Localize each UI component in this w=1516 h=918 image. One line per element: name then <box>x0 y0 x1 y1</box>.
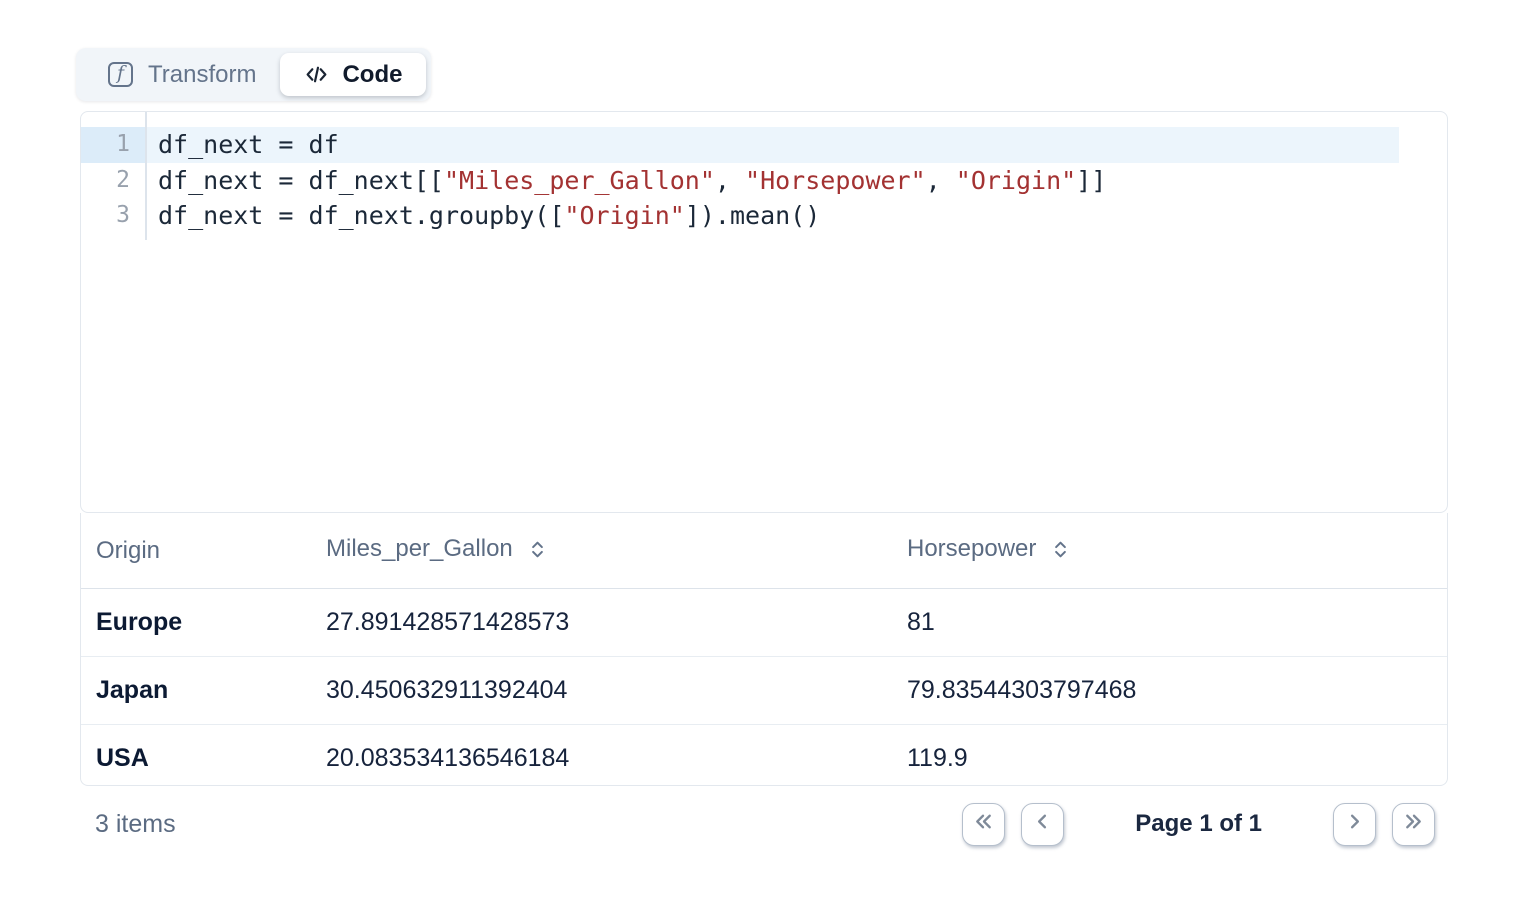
prev-page-button[interactable] <box>1021 803 1064 846</box>
tab-transform[interactable]: f Transform <box>81 61 280 89</box>
code-editor[interactable]: 1 df_next = df 2 df_next = df_next[["Mil… <box>80 111 1448 513</box>
cell-horsepower: 81 <box>892 589 1447 657</box>
code-token: df_next = df_next.groupby([ <box>158 201 564 230</box>
cell-origin: Europe <box>81 589 311 657</box>
line-number: 1 <box>81 127 145 163</box>
table-row: Japan 30.450632911392404 79.835443037974… <box>81 657 1447 725</box>
code-token: ]).mean() <box>685 201 820 230</box>
line-number: 2 <box>81 163 145 199</box>
tab-code[interactable]: Code <box>280 53 426 96</box>
last-page-button[interactable] <box>1392 803 1435 846</box>
cell-origin: Japan <box>81 657 311 725</box>
next-page-button[interactable] <box>1333 803 1376 846</box>
table-footer: 3 items Page 1 of 1 <box>80 800 1448 848</box>
column-label: Miles_per_Gallon <box>326 535 513 562</box>
table-row: Europe 27.891428571428573 81 <box>81 589 1447 657</box>
result-table: Origin Miles_per_Gallon Horsepower Europ… <box>81 513 1447 786</box>
cell-horsepower: 79.83544303797468 <box>892 657 1447 725</box>
chevron-left-icon <box>1031 810 1054 838</box>
string-token: "Origin" <box>956 166 1076 195</box>
pagination: Page 1 of 1 <box>962 803 1435 846</box>
column-header-origin: Origin <box>81 513 311 589</box>
items-count: 3 items <box>95 810 176 839</box>
code-token: ]] <box>1076 166 1106 195</box>
cell-horsepower: 119.9 <box>892 725 1447 787</box>
code-token: , <box>926 166 956 195</box>
column-label: Origin <box>96 537 160 564</box>
code-line[interactable]: 3 df_next = df_next.groupby(["Origin"]).… <box>81 198 1447 234</box>
result-table-panel: Origin Miles_per_Gallon Horsepower Europ… <box>80 513 1448 786</box>
first-page-button[interactable] <box>962 803 1005 846</box>
column-header-miles-per-gallon[interactable]: Miles_per_Gallon <box>311 513 892 589</box>
cell-origin: USA <box>81 725 311 787</box>
column-header-horsepower[interactable]: Horsepower <box>892 513 1447 589</box>
sort-icon[interactable] <box>1050 539 1071 566</box>
view-mode-tabbar: f Transform Code <box>76 48 431 101</box>
string-token: "Origin" <box>564 201 684 230</box>
string-token: "Miles_per_Gallon" <box>444 166 715 195</box>
code-line[interactable]: 2 df_next = df_next[["Miles_per_Gallon",… <box>81 163 1447 199</box>
page-indicator: Page 1 of 1 <box>1135 810 1262 838</box>
sort-icon[interactable] <box>527 539 548 566</box>
double-chevron-left-icon <box>972 810 995 838</box>
table-row: USA 20.083534136546184 119.9 <box>81 725 1447 787</box>
code-area[interactable]: 1 df_next = df 2 df_next = df_next[["Mil… <box>81 112 1447 234</box>
table-header-row: Origin Miles_per_Gallon Horsepower <box>81 513 1447 589</box>
tab-code-label: Code <box>342 61 402 89</box>
code-icon <box>304 62 329 87</box>
cell-miles-per-gallon: 20.083534136546184 <box>311 725 892 787</box>
double-chevron-right-icon <box>1402 810 1425 838</box>
string-token: "Horsepower" <box>745 166 926 195</box>
chevron-right-icon <box>1343 810 1366 838</box>
code-token: , <box>715 166 745 195</box>
code-token: df_next = df_next[[ <box>158 166 444 195</box>
cell-miles-per-gallon: 30.450632911392404 <box>311 657 892 725</box>
column-label: Horsepower <box>907 535 1036 562</box>
function-icon: f <box>108 62 133 87</box>
cell-miles-per-gallon: 27.891428571428573 <box>311 589 892 657</box>
code-line[interactable]: 1 df_next = df <box>81 127 1447 163</box>
line-number: 3 <box>81 198 145 234</box>
code-token: df_next = df <box>158 130 339 159</box>
tab-transform-label: Transform <box>148 61 256 89</box>
gutter-divider <box>145 112 147 240</box>
